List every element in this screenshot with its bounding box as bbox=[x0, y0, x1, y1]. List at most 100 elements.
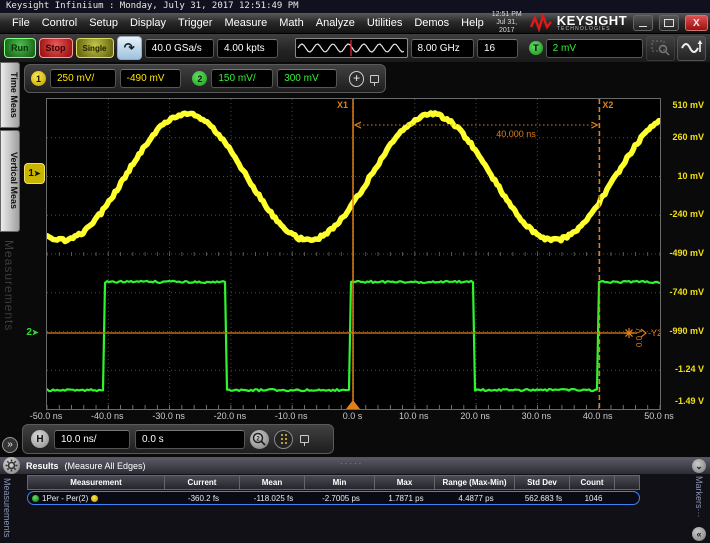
memory-depth-field[interactable]: 4.00 kpts bbox=[217, 39, 278, 58]
clock-date: Jul 31, 2017 bbox=[490, 19, 524, 35]
sample-rate-field[interactable]: 40.0 GSa/s bbox=[145, 39, 214, 58]
results-subtitle: (Measure All Edges) bbox=[65, 461, 146, 471]
y-tick: 10 mV bbox=[660, 171, 704, 181]
tab-time-meas[interactable]: Time Meas bbox=[0, 62, 20, 128]
column-header-6[interactable]: Std Dev bbox=[515, 475, 570, 490]
x-tick: -10.0 ns bbox=[269, 411, 313, 421]
pin-icon[interactable] bbox=[300, 435, 309, 443]
menu-measure[interactable]: Measure bbox=[218, 17, 273, 29]
channel-2-scale-field[interactable]: 150 mV/ bbox=[211, 69, 273, 88]
zoom-select-button[interactable] bbox=[646, 36, 675, 61]
markers-side-tab[interactable]: Markers··· bbox=[694, 476, 704, 518]
channel-1-offset-field[interactable]: -490 mV bbox=[120, 69, 181, 88]
maximize-button[interactable] bbox=[659, 15, 679, 31]
stop-button[interactable]: Stop bbox=[39, 38, 73, 58]
column-header-4[interactable]: Max bbox=[375, 475, 435, 490]
measurements-side-tab[interactable]: Measurements bbox=[2, 478, 12, 538]
magnifier-2-icon: 2 bbox=[252, 432, 267, 447]
trigger-badge[interactable]: T bbox=[529, 41, 543, 55]
measurement-name: 1Per - Per(2) bbox=[42, 494, 88, 503]
y-tick: -740 mV bbox=[660, 287, 704, 297]
keysight-spark-icon bbox=[530, 14, 554, 32]
tab-vertical-meas[interactable]: Vertical Meas bbox=[0, 130, 20, 232]
menu-analyze[interactable]: Analyze bbox=[310, 17, 361, 29]
maximize-icon bbox=[664, 19, 674, 27]
menu-items: FileControlSetupDisplayTriggerMeasureMat… bbox=[0, 17, 490, 29]
timebase-field[interactable]: 10.0 ns/ bbox=[54, 430, 130, 449]
oscilloscope-app: { "titlebar": {"text": "Keysight Infinii… bbox=[0, 0, 710, 543]
waveform-preview[interactable] bbox=[295, 38, 408, 58]
waveform-grid[interactable]: 0.0 V-Y2X1X240.000 ns bbox=[46, 98, 661, 410]
results-header[interactable]: Results (Measure All Edges) ····· bbox=[0, 458, 710, 474]
grid-intensity-button[interactable] bbox=[274, 430, 293, 449]
settings-gear-button[interactable] bbox=[3, 457, 20, 474]
column-header-5[interactable]: Range (Max-Min) bbox=[435, 475, 515, 490]
pin-icon[interactable] bbox=[370, 75, 379, 83]
drag-handle[interactable]: ····· bbox=[340, 459, 363, 468]
x-tick: -50.0 ns bbox=[24, 411, 68, 421]
menu-trigger[interactable]: Trigger bbox=[172, 17, 218, 29]
x-tick: 40.0 ns bbox=[576, 411, 620, 421]
measurement-value-2: -2.7005 ps bbox=[306, 494, 376, 503]
close-button[interactable]: X bbox=[685, 15, 708, 31]
measurement-row[interactable]: 1Per - Per(2)-360.2 fs-118.025 fs-2.7005… bbox=[27, 491, 640, 505]
scroll-up-button[interactable]: ⌄ bbox=[692, 459, 706, 473]
measurement-value-4: 4.4877 ps bbox=[436, 494, 516, 503]
autoscale-button[interactable] bbox=[677, 36, 706, 61]
menu-demos[interactable]: Demos bbox=[408, 17, 455, 29]
scroll-down-button[interactable]: « bbox=[692, 527, 706, 541]
y-tick: -240 mV bbox=[660, 209, 704, 219]
waveform-svg: 0.0 V-Y2X1X240.000 ns bbox=[47, 99, 660, 409]
horizontal-badge[interactable]: H bbox=[31, 430, 49, 448]
results-table: MeasurementCurrentMeanMinMaxRange (Max-M… bbox=[27, 475, 640, 505]
results-column-headers: MeasurementCurrentMeanMinMaxRange (Max-M… bbox=[27, 475, 640, 490]
preview-wave-icon bbox=[296, 39, 407, 57]
channel-1-ground-marker[interactable]: 1➤ bbox=[24, 163, 45, 184]
clock-time: 12:51 PM bbox=[490, 11, 524, 19]
x-tick: -20.0 ns bbox=[208, 411, 252, 421]
run-button[interactable]: Run bbox=[4, 38, 36, 58]
zoom-box-icon bbox=[651, 40, 671, 56]
warning-dot-icon bbox=[91, 495, 98, 502]
add-channel-button[interactable]: + bbox=[349, 71, 364, 87]
column-header-3[interactable]: Min bbox=[305, 475, 375, 490]
channel-2-ground-marker[interactable]: 2➤ bbox=[23, 323, 42, 342]
position-field[interactable]: 0.0 s bbox=[135, 430, 245, 449]
column-header-7[interactable]: Count bbox=[570, 475, 615, 490]
menu-utilities[interactable]: Utilities bbox=[361, 17, 408, 29]
bandwidth-field[interactable]: 8.00 GHz bbox=[411, 39, 474, 58]
measurement-name-cell: 1Per - Per(2) bbox=[28, 494, 166, 503]
channel-2-offset-field[interactable]: 300 mV bbox=[277, 69, 337, 88]
svg-text:X2: X2 bbox=[602, 100, 613, 110]
x-tick: 30.0 ns bbox=[514, 411, 558, 421]
measurement-value-6: 1046 bbox=[571, 494, 616, 503]
menu-math[interactable]: Math bbox=[273, 17, 309, 29]
measurements-ghost-label: Measurements bbox=[2, 240, 16, 331]
trigger-level-field[interactable]: 2 mV bbox=[546, 39, 643, 58]
channel-1-scale-field[interactable]: 250 mV/ bbox=[50, 69, 116, 88]
sidebar-expand-button[interactable]: » bbox=[2, 437, 18, 453]
x-axis-labels: -50.0 ns-40.0 ns-30.0 ns-20.0 ns-10.0 ns… bbox=[0, 411, 710, 423]
horizontal-controls: H 10.0 ns/ 0.0 s 2 bbox=[22, 424, 334, 454]
measurement-value-3: 1.7871 ps bbox=[376, 494, 436, 503]
gear-icon bbox=[5, 459, 18, 472]
menu-control[interactable]: Control bbox=[36, 17, 83, 29]
y-tick: -490 mV bbox=[660, 248, 704, 258]
channel-1-badge[interactable]: 1 bbox=[31, 71, 46, 86]
x-tick: 0.0 s bbox=[331, 411, 375, 421]
column-header-2[interactable]: Mean bbox=[240, 475, 305, 490]
menu-help[interactable]: Help bbox=[455, 17, 490, 29]
menu-display[interactable]: Display bbox=[124, 17, 172, 29]
zoom-button[interactable]: 2 bbox=[250, 430, 269, 449]
x-tick: -30.0 ns bbox=[147, 411, 191, 421]
channel-2-badge[interactable]: 2 bbox=[192, 71, 207, 86]
menu-file[interactable]: File bbox=[6, 17, 36, 29]
bits-field[interactable]: 16 bbox=[477, 39, 518, 58]
single-button[interactable]: Single bbox=[76, 38, 114, 58]
column-header-1[interactable]: Current bbox=[165, 475, 240, 490]
minimize-button[interactable] bbox=[633, 15, 653, 31]
touch-zone-button[interactable]: ↷ bbox=[117, 36, 142, 60]
column-header-0[interactable]: Measurement bbox=[27, 475, 165, 490]
menu-setup[interactable]: Setup bbox=[83, 17, 124, 29]
channel-controls: 1 250 mV/ -490 mV 2 150 mV/ 300 mV + bbox=[24, 64, 386, 93]
